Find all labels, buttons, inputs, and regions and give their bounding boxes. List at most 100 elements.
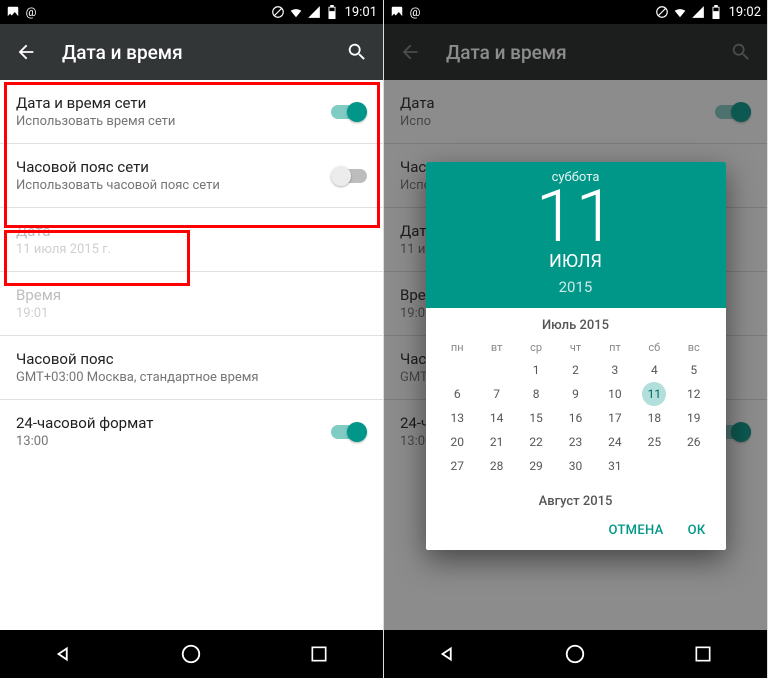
calendar-day[interactable]: 25: [635, 430, 674, 454]
item-title: Дата и время сети: [16, 94, 331, 112]
page-title: Дата и время: [446, 41, 705, 64]
calendar-weekday: пт: [595, 337, 634, 358]
calendar-day[interactable]: 3: [595, 358, 634, 382]
calendar-day[interactable]: 31: [595, 454, 634, 478]
nav-home-icon[interactable]: [177, 640, 205, 668]
calendar-day[interactable]: 7: [477, 382, 516, 406]
calendar-day[interactable]: 6: [438, 382, 477, 406]
back-icon[interactable]: [14, 40, 38, 64]
calendar-day[interactable]: 13: [438, 406, 477, 430]
calendar-day[interactable]: 16: [556, 406, 595, 430]
signal-icon: [691, 5, 705, 19]
settings-item: Время 19:01: [0, 272, 383, 335]
toggle-switch[interactable]: [331, 422, 367, 442]
app-bar: Дата и время: [384, 24, 767, 80]
calendar-day[interactable]: 23: [556, 430, 595, 454]
nav-recent-icon[interactable]: [689, 640, 717, 668]
status-time: 19:01: [345, 5, 377, 20]
calendar-day[interactable]: 14: [477, 406, 516, 430]
selected-year[interactable]: 2015: [426, 278, 726, 296]
calendar-day[interactable]: 10: [595, 382, 634, 406]
item-subtitle: 19:01: [16, 306, 367, 321]
nav-home-icon[interactable]: [561, 640, 589, 668]
calendar-day[interactable]: 29: [516, 454, 555, 478]
at-icon: @: [408, 5, 422, 19]
ok-button[interactable]: ОК: [688, 523, 706, 538]
settings-list: ДатаИспоЧасИспоДата11 иВрем19:02ЧасGMT+2…: [384, 80, 767, 630]
battery-icon: [325, 5, 339, 19]
calendar-day[interactable]: 28: [477, 454, 516, 478]
calendar-day[interactable]: 24: [595, 430, 634, 454]
back-icon: [398, 40, 422, 64]
image-icon: [6, 5, 20, 19]
calendar-day[interactable]: 8: [516, 382, 555, 406]
wifi-icon: [289, 5, 303, 19]
nav-recent-icon[interactable]: [305, 640, 333, 668]
calendar-day[interactable]: 2: [556, 358, 595, 382]
item-title: Часовой пояс сети: [16, 158, 331, 176]
calendar-weekday: пн: [438, 337, 477, 358]
item-title: Время: [16, 286, 367, 304]
calendar-weekday: ср: [516, 337, 555, 358]
wifi-icon: [673, 5, 687, 19]
battery-icon: [709, 5, 723, 19]
calendar-weekday: вс: [674, 337, 713, 358]
settings-item[interactable]: Дата и время сети Использовать время сети: [0, 80, 383, 143]
search-icon: [729, 40, 753, 64]
selected-weekday: суббота: [426, 170, 726, 185]
calendar-day[interactable]: 27: [438, 454, 477, 478]
page-title: Дата и время: [62, 41, 321, 64]
app-bar: Дата и время: [0, 24, 383, 80]
calendar-grid: пнвтсрчтптсбвс12345678910111213141516171…: [426, 337, 726, 484]
image-icon: [390, 5, 404, 19]
calendar-day[interactable]: 22: [516, 430, 555, 454]
calendar-day[interactable]: 12: [674, 382, 713, 406]
settings-item[interactable]: Часовой пояс сетиИспользовать часовой по…: [0, 144, 383, 207]
search-icon[interactable]: [345, 40, 369, 64]
calendar-day[interactable]: 5: [674, 358, 713, 382]
calendar-day[interactable]: 11: [635, 382, 674, 406]
settings-list: Дата и время сети Использовать время сети…: [0, 80, 383, 630]
calendar-weekday: вт: [477, 337, 516, 358]
nav-bar: [0, 630, 383, 678]
settings-item[interactable]: Часовой поясGMT+03:00 Москва, стандартно…: [0, 336, 383, 399]
calendar-day[interactable]: 20: [438, 430, 477, 454]
phone-left: @ 19:01 Дата и время Дата и время сети Ис…: [0, 0, 384, 678]
at-icon: @: [24, 5, 38, 19]
calendar-day[interactable]: 4: [635, 358, 674, 382]
calendar-month-title: Июль 2015: [426, 308, 726, 337]
status-time: 19:02: [729, 5, 761, 20]
calendar-weekday: чт: [556, 337, 595, 358]
item-subtitle: Использовать время сети: [16, 114, 331, 129]
settings-item: Дата 11 июля 2015 г.: [0, 208, 383, 271]
calendar-day[interactable]: 9: [556, 382, 595, 406]
signal-icon: [307, 5, 321, 19]
selected-month: ИЮЛЯ: [426, 251, 726, 272]
cancel-button[interactable]: ОТМЕНА: [609, 523, 664, 538]
item-title: Часовой пояс: [16, 350, 367, 368]
settings-item[interactable]: 24-часовой формат13:00: [0, 400, 383, 463]
item-title: Дата: [16, 222, 367, 240]
nav-bar: [384, 630, 767, 678]
item-title: 24-часовой формат: [16, 414, 331, 432]
selected-day[interactable]: 11: [426, 181, 726, 253]
calendar-day[interactable]: 26: [674, 430, 713, 454]
calendar-day[interactable]: 18: [635, 406, 674, 430]
dialog-actions: ОТМЕНА ОК: [426, 513, 726, 550]
calendar-day[interactable]: 30: [556, 454, 595, 478]
nav-back-icon[interactable]: [50, 640, 78, 668]
calendar-day[interactable]: 15: [516, 406, 555, 430]
item-subtitle: 11 июля 2015 г.: [16, 242, 367, 257]
calendar-day[interactable]: 21: [477, 430, 516, 454]
calendar-day[interactable]: 17: [595, 406, 634, 430]
toggle-switch[interactable]: [331, 102, 367, 122]
toggle-switch[interactable]: [331, 166, 367, 186]
nav-back-icon[interactable]: [434, 640, 462, 668]
calendar-day[interactable]: 1: [516, 358, 555, 382]
status-bar: @ 19:01: [0, 0, 383, 24]
date-picker-dialog: суббота 11 ИЮЛЯ 2015 Июль 2015 пнвтсрчтп…: [426, 162, 726, 550]
calendar-day[interactable]: 19: [674, 406, 713, 430]
status-bar: @ 19:02: [384, 0, 767, 24]
dialog-header: суббота 11 ИЮЛЯ 2015: [426, 162, 726, 308]
no-sim-icon: [655, 5, 669, 19]
